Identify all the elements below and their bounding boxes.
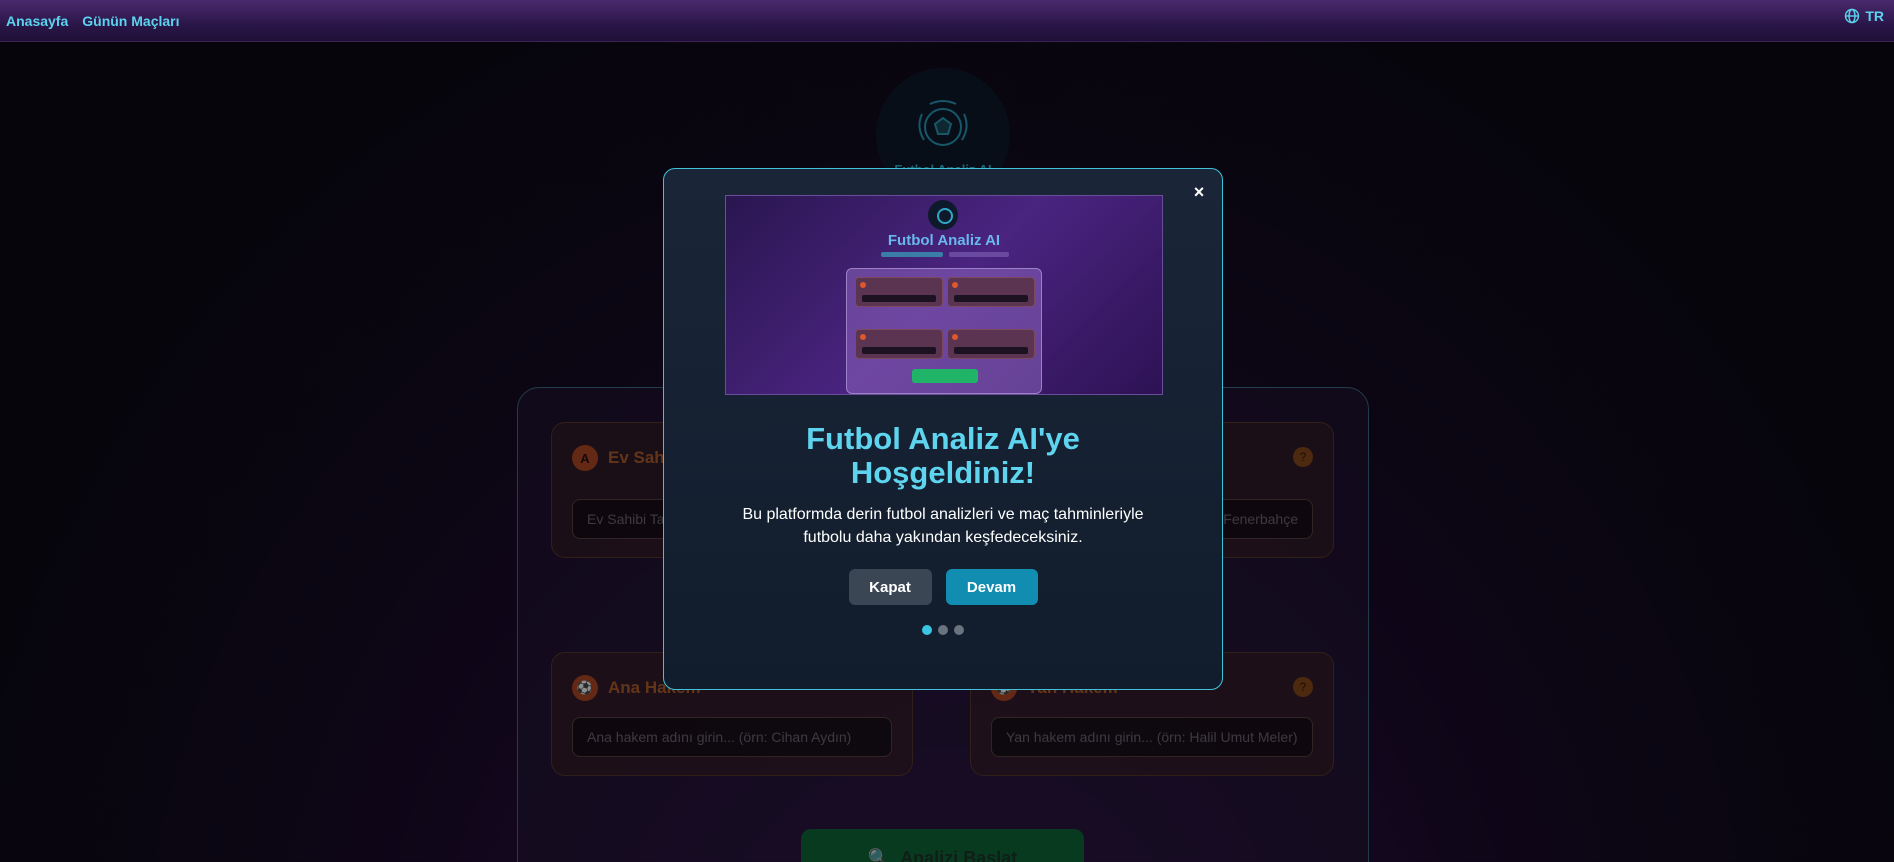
step-dot-2[interactable] — [938, 625, 948, 635]
preview-image: Futbol Analiz AI — [725, 195, 1163, 395]
preview-tags — [881, 252, 1009, 257]
welcome-modal: × Futbol Analiz AI Futbol Analiz AI'ye H… — [663, 168, 1223, 690]
modal-description: Bu platformda derin futbol analizleri ve… — [724, 503, 1162, 549]
language-label: TR — [1865, 8, 1884, 24]
preview-logo — [928, 200, 958, 230]
close-button[interactable]: Kapat — [848, 569, 932, 605]
modal-title-line2: Hoşgeldiniz! — [850, 455, 1036, 490]
modal-title: Futbol Analiz AI'ye Hoşgeldiniz! — [664, 422, 1222, 490]
language-selector[interactable]: TR — [1844, 8, 1884, 24]
nav-link-home[interactable]: Anasayfa — [6, 13, 68, 29]
modal-description-line2: futbolu daha yakından keşfedeceksiniz. — [803, 529, 1083, 546]
preview-title: Futbol Analiz AI — [887, 232, 1001, 249]
step-indicator — [664, 625, 1222, 635]
step-dot-3[interactable] — [954, 625, 964, 635]
nav-link-todays-matches[interactable]: Günün Maçları — [82, 13, 179, 29]
continue-button[interactable]: Devam — [945, 569, 1038, 605]
top-nav: Anasayfa Günün Maçları TR — [0, 0, 1894, 42]
step-dot-1[interactable] — [922, 625, 932, 635]
close-icon[interactable]: × — [1188, 181, 1210, 203]
modal-description-line1: Bu platformda derin futbol analizleri ve… — [742, 506, 1144, 523]
preview-form — [846, 268, 1042, 394]
modal-actions: Kapat Devam — [664, 569, 1222, 605]
globe-icon — [1845, 8, 1860, 24]
modal-title-line1: Futbol Analiz AI'ye — [806, 421, 1080, 456]
preview-start-button — [912, 369, 978, 383]
